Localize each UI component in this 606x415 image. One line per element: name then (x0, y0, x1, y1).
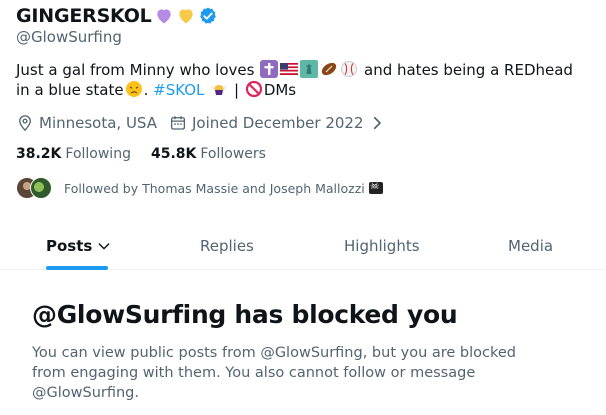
cross-icon (260, 60, 279, 78)
calendar-icon (170, 116, 186, 130)
football-icon (322, 62, 337, 76)
blocked-description: You can view public posts from @GlowSurf… (32, 345, 517, 401)
tab-highlights[interactable]: Highlights (344, 222, 420, 270)
display-name: GINGERSKOL (16, 5, 152, 27)
tab-media[interactable]: Media (508, 222, 553, 270)
followed-by-text: Followed by Thomas Massie and Joseph Mal… (64, 180, 365, 196)
tab-label: Replies (200, 237, 254, 255)
profile-bio: Just a gal from Minny who loves and hate… (16, 60, 573, 99)
following-label: Following (65, 146, 131, 162)
location-text: Minnesota, USA (39, 114, 157, 132)
chevron-right-icon (373, 116, 381, 130)
purple-heart-icon (156, 9, 171, 24)
joined-text: Joined December 2022 (192, 114, 364, 132)
pirate-flag-icon (368, 179, 383, 194)
followers-label: Followers (200, 146, 266, 162)
follow-stats: 38.2K Following 45.8K Followers (16, 144, 286, 164)
profile-handle: @GlowSurfing (16, 28, 122, 46)
tab-label: Posts (46, 237, 93, 255)
follower-avatars (16, 177, 56, 199)
yellow-heart-icon (178, 9, 193, 24)
blocked-title: @GlowSurfing has blocked you (32, 300, 458, 329)
prohibited-icon (245, 80, 262, 98)
us-flag-icon (280, 63, 299, 75)
tab-posts[interactable]: Posts (46, 222, 112, 270)
persevering-face-icon (125, 81, 142, 97)
following-count: 38.2K (16, 146, 62, 162)
hashtag-link[interactable]: #SKOL (153, 81, 204, 99)
profile-meta: Minnesota, USA Joined December 2022 (16, 112, 403, 134)
tab-replies[interactable]: Replies (200, 222, 254, 270)
followers-count: 45.8K (150, 146, 197, 162)
baseball-icon (341, 61, 358, 77)
location-pin-icon (19, 115, 31, 132)
active-tab-indicator (46, 266, 108, 270)
followers-link[interactable]: 45.8K Followers (151, 146, 266, 162)
profile-tabs: Posts Replies Highlights Media (0, 222, 606, 270)
bio-text: Just a gal from Minny who loves (16, 61, 255, 79)
avatar (30, 177, 52, 199)
tab-label: Highlights (344, 237, 420, 255)
statue-of-liberty-icon (300, 60, 319, 78)
verified-badge-icon[interactable] (198, 6, 218, 26)
viking-icon (211, 85, 228, 95)
chevron-down-icon (98, 243, 110, 250)
following-link[interactable]: 38.2K Following (16, 146, 131, 162)
location-item: Minnesota, USA (16, 114, 157, 132)
profile-name-row: GINGERSKOL (16, 2, 218, 30)
bio-text: | (233, 81, 244, 99)
tab-label: Media (508, 237, 554, 255)
joined-item[interactable]: Joined December 2022 (169, 114, 391, 132)
bio-text: DMs (263, 81, 297, 99)
followed-by-row[interactable]: Followed by Thomas Massie and Joseph Mal… (16, 177, 383, 199)
